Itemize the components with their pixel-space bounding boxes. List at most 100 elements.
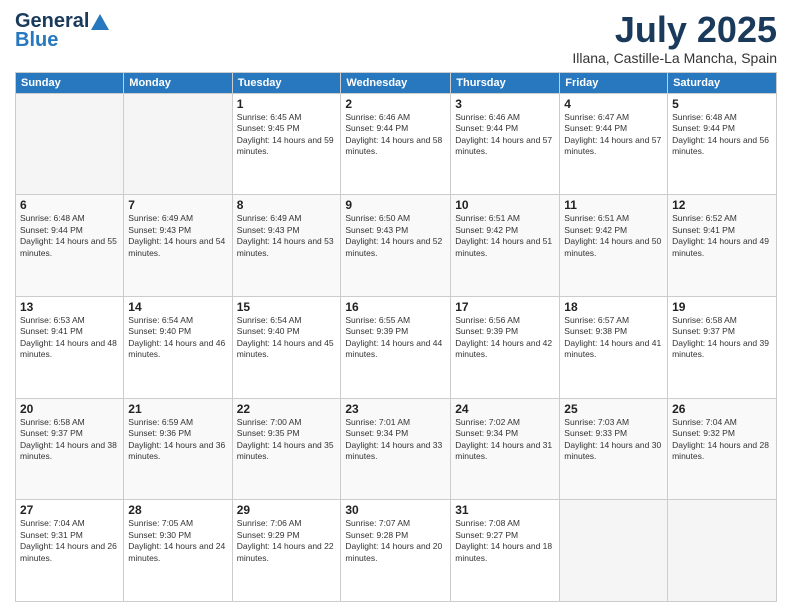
day-header-wednesday: Wednesday [341,72,451,93]
day-info: Sunrise: 6:52 AM Sunset: 9:41 PM Dayligh… [672,213,772,259]
logo-blue: Blue [15,29,58,52]
day-info: Sunrise: 7:07 AM Sunset: 9:28 PM Dayligh… [345,518,446,564]
day-number: 1 [237,97,337,111]
day-number: 15 [237,300,337,314]
day-header-tuesday: Tuesday [232,72,341,93]
calendar-cell [16,93,124,195]
header: General Blue July 2025 Illana, Castille-… [15,10,777,66]
calendar-cell: 4Sunrise: 6:47 AM Sunset: 9:44 PM Daylig… [560,93,668,195]
calendar-cell: 26Sunrise: 7:04 AM Sunset: 9:32 PM Dayli… [668,398,777,500]
day-number: 31 [455,503,555,517]
calendar-cell: 9Sunrise: 6:50 AM Sunset: 9:43 PM Daylig… [341,195,451,297]
day-number: 14 [128,300,227,314]
calendar-cell: 10Sunrise: 6:51 AM Sunset: 9:42 PM Dayli… [451,195,560,297]
calendar-table: SundayMondayTuesdayWednesdayThursdayFrid… [15,72,777,602]
calendar-cell: 18Sunrise: 6:57 AM Sunset: 9:38 PM Dayli… [560,296,668,398]
calendar-cell [560,500,668,602]
day-header-thursday: Thursday [451,72,560,93]
calendar-week-row: 13Sunrise: 6:53 AM Sunset: 9:41 PM Dayli… [16,296,777,398]
day-info: Sunrise: 6:48 AM Sunset: 9:44 PM Dayligh… [20,213,119,259]
day-info: Sunrise: 6:54 AM Sunset: 9:40 PM Dayligh… [237,315,337,361]
day-info: Sunrise: 6:49 AM Sunset: 9:43 PM Dayligh… [128,213,227,259]
day-number: 8 [237,198,337,212]
day-info: Sunrise: 6:58 AM Sunset: 9:37 PM Dayligh… [20,417,119,463]
day-number: 21 [128,402,227,416]
day-info: Sunrise: 7:04 AM Sunset: 9:31 PM Dayligh… [20,518,119,564]
day-info: Sunrise: 6:55 AM Sunset: 9:39 PM Dayligh… [345,315,446,361]
title-block: July 2025 Illana, Castille-La Mancha, Sp… [572,10,777,66]
day-info: Sunrise: 7:05 AM Sunset: 9:30 PM Dayligh… [128,518,227,564]
day-number: 20 [20,402,119,416]
day-info: Sunrise: 7:00 AM Sunset: 9:35 PM Dayligh… [237,417,337,463]
day-info: Sunrise: 6:48 AM Sunset: 9:44 PM Dayligh… [672,112,772,158]
calendar-cell: 31Sunrise: 7:08 AM Sunset: 9:27 PM Dayli… [451,500,560,602]
day-info: Sunrise: 6:47 AM Sunset: 9:44 PM Dayligh… [564,112,663,158]
day-number: 28 [128,503,227,517]
day-number: 25 [564,402,663,416]
calendar-cell: 30Sunrise: 7:07 AM Sunset: 9:28 PM Dayli… [341,500,451,602]
day-header-monday: Monday [124,72,232,93]
calendar-cell: 20Sunrise: 6:58 AM Sunset: 9:37 PM Dayli… [16,398,124,500]
day-info: Sunrise: 7:06 AM Sunset: 9:29 PM Dayligh… [237,518,337,564]
day-info: Sunrise: 6:46 AM Sunset: 9:44 PM Dayligh… [455,112,555,158]
calendar-cell: 8Sunrise: 6:49 AM Sunset: 9:43 PM Daylig… [232,195,341,297]
day-number: 9 [345,198,446,212]
day-number: 29 [237,503,337,517]
day-info: Sunrise: 6:51 AM Sunset: 9:42 PM Dayligh… [564,213,663,259]
calendar-cell: 1Sunrise: 6:45 AM Sunset: 9:45 PM Daylig… [232,93,341,195]
day-info: Sunrise: 6:45 AM Sunset: 9:45 PM Dayligh… [237,112,337,158]
calendar-cell: 29Sunrise: 7:06 AM Sunset: 9:29 PM Dayli… [232,500,341,602]
location-title: Illana, Castille-La Mancha, Spain [572,50,777,66]
day-number: 16 [345,300,446,314]
calendar-week-row: 27Sunrise: 7:04 AM Sunset: 9:31 PM Dayli… [16,500,777,602]
calendar-cell: 23Sunrise: 7:01 AM Sunset: 9:34 PM Dayli… [341,398,451,500]
calendar-cell: 5Sunrise: 6:48 AM Sunset: 9:44 PM Daylig… [668,93,777,195]
calendar-week-row: 20Sunrise: 6:58 AM Sunset: 9:37 PM Dayli… [16,398,777,500]
calendar-header-row: SundayMondayTuesdayWednesdayThursdayFrid… [16,72,777,93]
calendar-cell: 6Sunrise: 6:48 AM Sunset: 9:44 PM Daylig… [16,195,124,297]
calendar-cell: 21Sunrise: 6:59 AM Sunset: 9:36 PM Dayli… [124,398,232,500]
day-header-friday: Friday [560,72,668,93]
day-number: 4 [564,97,663,111]
day-number: 7 [128,198,227,212]
calendar-cell: 13Sunrise: 6:53 AM Sunset: 9:41 PM Dayli… [16,296,124,398]
calendar-week-row: 6Sunrise: 6:48 AM Sunset: 9:44 PM Daylig… [16,195,777,297]
day-info: Sunrise: 7:02 AM Sunset: 9:34 PM Dayligh… [455,417,555,463]
day-number: 23 [345,402,446,416]
day-info: Sunrise: 6:49 AM Sunset: 9:43 PM Dayligh… [237,213,337,259]
calendar-cell: 27Sunrise: 7:04 AM Sunset: 9:31 PM Dayli… [16,500,124,602]
day-number: 11 [564,198,663,212]
day-info: Sunrise: 6:46 AM Sunset: 9:44 PM Dayligh… [345,112,446,158]
day-header-saturday: Saturday [668,72,777,93]
calendar-cell: 19Sunrise: 6:58 AM Sunset: 9:37 PM Dayli… [668,296,777,398]
calendar-cell: 16Sunrise: 6:55 AM Sunset: 9:39 PM Dayli… [341,296,451,398]
day-number: 19 [672,300,772,314]
logo-triangle-icon [91,13,109,31]
day-number: 27 [20,503,119,517]
day-info: Sunrise: 7:01 AM Sunset: 9:34 PM Dayligh… [345,417,446,463]
day-number: 17 [455,300,555,314]
calendar-cell: 22Sunrise: 7:00 AM Sunset: 9:35 PM Dayli… [232,398,341,500]
day-number: 2 [345,97,446,111]
day-info: Sunrise: 6:53 AM Sunset: 9:41 PM Dayligh… [20,315,119,361]
day-header-sunday: Sunday [16,72,124,93]
calendar-cell: 7Sunrise: 6:49 AM Sunset: 9:43 PM Daylig… [124,195,232,297]
day-number: 18 [564,300,663,314]
day-number: 30 [345,503,446,517]
day-info: Sunrise: 6:50 AM Sunset: 9:43 PM Dayligh… [345,213,446,259]
calendar-cell [124,93,232,195]
day-number: 5 [672,97,772,111]
day-info: Sunrise: 7:04 AM Sunset: 9:32 PM Dayligh… [672,417,772,463]
day-number: 22 [237,402,337,416]
calendar-cell: 24Sunrise: 7:02 AM Sunset: 9:34 PM Dayli… [451,398,560,500]
month-title: July 2025 [572,10,777,50]
day-info: Sunrise: 6:59 AM Sunset: 9:36 PM Dayligh… [128,417,227,463]
calendar-cell [668,500,777,602]
calendar-cell: 2Sunrise: 6:46 AM Sunset: 9:44 PM Daylig… [341,93,451,195]
day-info: Sunrise: 7:03 AM Sunset: 9:33 PM Dayligh… [564,417,663,463]
day-info: Sunrise: 6:58 AM Sunset: 9:37 PM Dayligh… [672,315,772,361]
calendar-cell: 25Sunrise: 7:03 AM Sunset: 9:33 PM Dayli… [560,398,668,500]
calendar-cell: 14Sunrise: 6:54 AM Sunset: 9:40 PM Dayli… [124,296,232,398]
day-info: Sunrise: 6:54 AM Sunset: 9:40 PM Dayligh… [128,315,227,361]
calendar-cell: 28Sunrise: 7:05 AM Sunset: 9:30 PM Dayli… [124,500,232,602]
